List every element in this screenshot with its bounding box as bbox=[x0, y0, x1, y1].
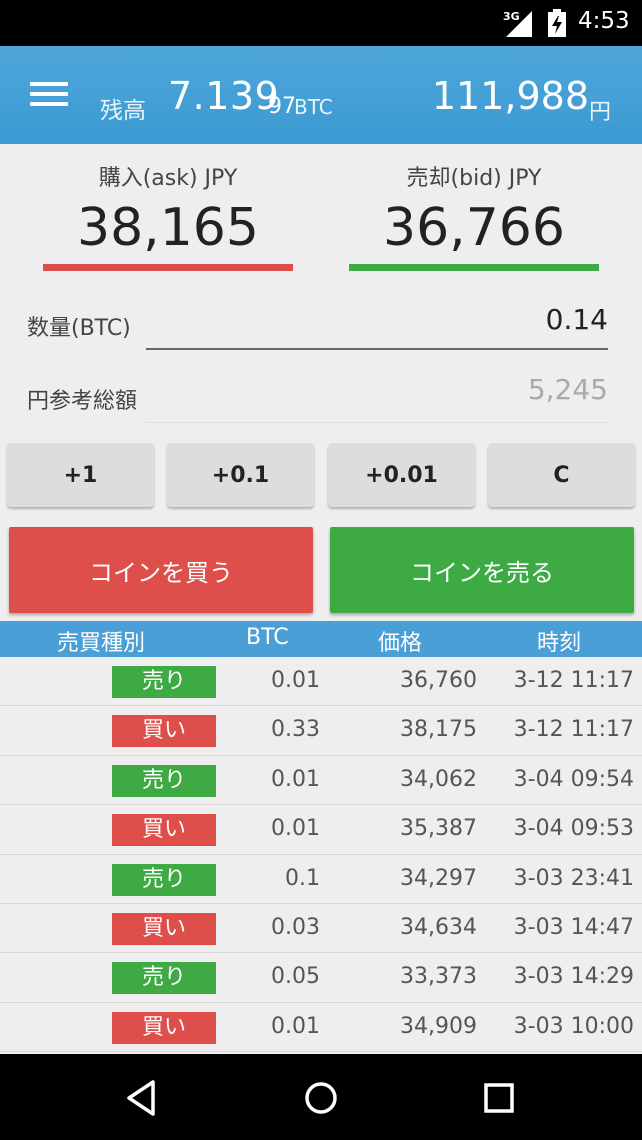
jpy-unit: 円 bbox=[589, 100, 612, 125]
row-time: 3-04 09:53 bbox=[513, 816, 634, 842]
table-row[interactable]: 買い 0.01 34,909 3-03 10:00 bbox=[0, 1002, 642, 1053]
row-price: 35,387 bbox=[400, 816, 477, 842]
row-btc: 0.33 bbox=[271, 717, 320, 743]
header-btc: BTC bbox=[246, 625, 289, 650]
ask-label: 購入(ask) JPY bbox=[98, 166, 238, 191]
row-price: 34,062 bbox=[400, 766, 477, 792]
row-btc: 0.01 bbox=[271, 816, 320, 842]
row-btc: 0.03 bbox=[271, 914, 320, 940]
battery-icon bbox=[548, 9, 566, 37]
row-price: 38,175 bbox=[400, 717, 477, 743]
buy-coin-button[interactable]: コインを買う bbox=[9, 527, 313, 613]
table-row[interactable]: 買い 0.33 38,175 3-12 11:17 bbox=[0, 706, 642, 756]
row-price: 36,760 bbox=[400, 668, 477, 693]
row-price: 34,297 bbox=[400, 865, 477, 891]
side-badge: 買い bbox=[112, 715, 216, 748]
status-bar: 3G 4:53 bbox=[0, 0, 642, 46]
header-price: 価格 bbox=[378, 631, 423, 656]
row-btc: 0.01 bbox=[271, 1013, 320, 1039]
ask-price-panel: 購入(ask) JPY 38,165 bbox=[43, 160, 293, 271]
side-badge: 売り bbox=[112, 764, 216, 797]
row-time: 3-03 10:00 bbox=[513, 1013, 634, 1039]
btc-unit: BTC bbox=[294, 95, 333, 119]
quantity-label: 数量(BTC) bbox=[27, 316, 131, 341]
btc-balance-fraction: 97 bbox=[268, 94, 296, 119]
jpy-balance: 111,988 bbox=[431, 74, 589, 118]
row-time: 3-12 11:17 bbox=[513, 668, 634, 693]
row-price: 33,373 bbox=[400, 964, 477, 990]
row-time: 3-03 23:41 bbox=[513, 865, 634, 891]
reference-total-label: 円参考総額 bbox=[27, 389, 138, 414]
app-bar: 残高 7.139 97 BTC 111,988 円 bbox=[0, 46, 642, 144]
home-icon[interactable] bbox=[299, 1076, 343, 1120]
bid-price-panel: 売却(bid) JPY 36,766 bbox=[349, 160, 599, 271]
trade-history-list: 売り 0.01 36,760 3-12 11:17 買い 0.33 38,175… bbox=[0, 657, 642, 1053]
row-time: 3-03 14:29 bbox=[513, 964, 634, 990]
side-badge: 買い bbox=[112, 912, 216, 945]
add-0.1-button[interactable]: +0.1 bbox=[167, 443, 314, 507]
row-btc: 0.05 bbox=[271, 964, 320, 990]
row-btc: 0.1 bbox=[285, 865, 320, 891]
row-time: 3-12 11:17 bbox=[513, 717, 634, 743]
signal-icon bbox=[506, 11, 532, 37]
bid-price: 36,766 bbox=[383, 198, 565, 258]
recents-icon[interactable] bbox=[477, 1076, 521, 1120]
add-0.01-button[interactable]: +0.01 bbox=[328, 443, 475, 507]
header-time: 時刻 bbox=[537, 631, 582, 656]
ask-underline bbox=[43, 264, 293, 271]
table-row[interactable]: 買い 0.01 35,387 3-04 09:53 bbox=[0, 805, 642, 855]
table-row[interactable]: 売り 0.01 36,760 3-12 11:17 bbox=[0, 657, 642, 707]
balance-label: 残高 bbox=[100, 98, 146, 124]
navigation-bar bbox=[0, 1054, 642, 1140]
side-badge: 売り bbox=[112, 666, 216, 698]
side-badge: 売り bbox=[112, 962, 216, 995]
app-screen: 3G 4:53 残高 7.139 97 BTC 111,988 円 購入(ask… bbox=[0, 0, 642, 1140]
row-btc: 0.01 bbox=[271, 668, 320, 693]
row-time: 3-04 09:54 bbox=[513, 766, 634, 792]
trade-history-header: 売買種別 BTC 価格 時刻 bbox=[0, 621, 642, 657]
table-row[interactable]: 買い 0.03 34,634 3-03 14:47 bbox=[0, 903, 642, 954]
status-clock: 4:53 bbox=[578, 8, 630, 34]
menu-icon[interactable] bbox=[30, 82, 68, 106]
table-row[interactable]: 売り 0.1 34,297 3-03 23:41 bbox=[0, 854, 642, 904]
sell-coin-button[interactable]: コインを売る bbox=[330, 527, 634, 613]
quantity-input[interactable] bbox=[146, 290, 608, 350]
reference-divider bbox=[146, 422, 608, 423]
ask-price: 38,165 bbox=[77, 198, 259, 258]
side-badge: 買い bbox=[112, 1011, 216, 1044]
btc-balance: 7.139 bbox=[168, 74, 280, 118]
bid-underline bbox=[349, 264, 599, 271]
side-badge: 売り bbox=[112, 863, 216, 896]
row-btc: 0.01 bbox=[271, 766, 320, 792]
table-row[interactable]: 売り 0.01 34,062 3-04 09:54 bbox=[0, 755, 642, 806]
row-time: 3-03 14:47 bbox=[513, 914, 634, 940]
back-icon[interactable] bbox=[120, 1076, 164, 1120]
table-row[interactable]: 売り 0.05 33,373 3-03 14:29 bbox=[0, 953, 642, 1003]
header-trade-type: 売買種別 bbox=[57, 631, 146, 656]
side-badge: 買い bbox=[112, 814, 216, 847]
bid-label: 売却(bid) JPY bbox=[406, 166, 542, 191]
add-1-button[interactable]: +1 bbox=[7, 443, 154, 507]
reference-total-value: 5,245 bbox=[527, 373, 608, 406]
row-price: 34,634 bbox=[400, 914, 477, 940]
clear-button[interactable]: C bbox=[488, 443, 635, 507]
row-price: 34,909 bbox=[400, 1013, 477, 1039]
